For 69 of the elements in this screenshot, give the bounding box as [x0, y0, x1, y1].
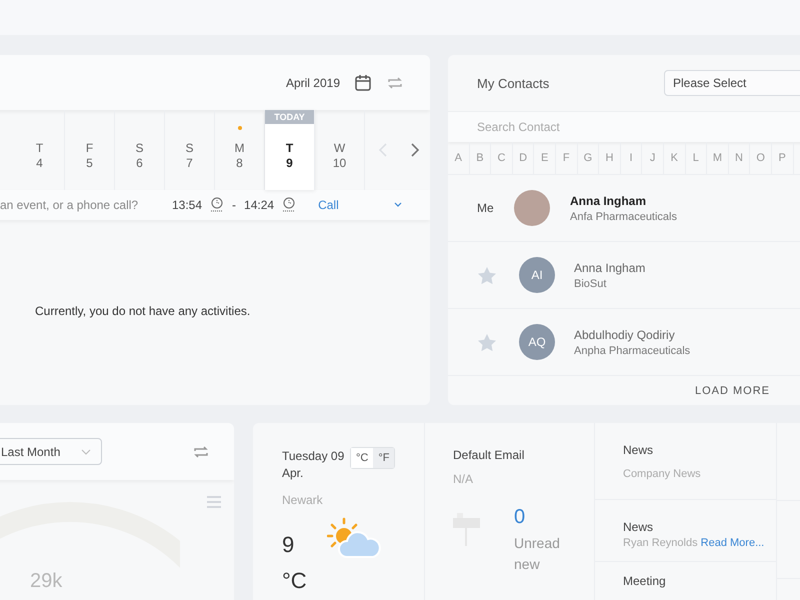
- news-title: Meeting: [623, 574, 667, 588]
- unread-count: 0: [514, 506, 526, 529]
- letter-filter[interactable]: F: [556, 142, 578, 174]
- contact-name: Abdulhodiy Qodiriy: [574, 328, 676, 342]
- start-time[interactable]: 13:54: [172, 198, 202, 212]
- load-more-button[interactable]: LOAD MORE: [695, 382, 770, 398]
- letter-filter[interactable]: E: [534, 142, 556, 174]
- event-input[interactable]: an event, or a phone call?: [0, 198, 150, 212]
- contact-company: Anpha Pharmaceuticals: [574, 344, 690, 356]
- menu-icon[interactable]: [207, 496, 221, 508]
- contact-company: Anfa Pharmaceuticals: [570, 210, 677, 222]
- chevron-down-icon: [394, 202, 402, 208]
- email-title: Default Email: [453, 448, 526, 462]
- photo-placeholder: [514, 190, 550, 226]
- sun-cloud-icon: [327, 517, 381, 559]
- unread-label: Unread new: [514, 534, 561, 574]
- news-title: News: [623, 520, 654, 534]
- city-label: Newark: [282, 493, 324, 507]
- weather-date: Tuesday 09 Apr.: [282, 448, 346, 482]
- letter-filter[interactable]: B: [470, 142, 492, 174]
- avatar-initials: AI: [519, 257, 555, 293]
- time-separator: -: [232, 198, 236, 212]
- me-label: Me: [477, 201, 495, 215]
- calendar-day[interactable]: TODAY T 9: [265, 110, 315, 190]
- letter-filter[interactable]: H: [599, 142, 621, 174]
- letter-filter[interactable]: M: [707, 142, 729, 174]
- period-dropdown[interactable]: Last Month: [0, 438, 102, 465]
- news-text: Company News: [623, 467, 702, 482]
- letter-filter[interactable]: N: [728, 142, 750, 174]
- letter-filter[interactable]: J: [642, 142, 664, 174]
- today-label: TODAY: [265, 110, 314, 124]
- avatar-initials: AQ: [519, 324, 555, 360]
- letter-filter[interactable]: L: [686, 142, 708, 174]
- contact-row[interactable]: Me Anna Ingham Anfa Pharmaceuticals: [448, 175, 800, 242]
- unit-toggle[interactable]: °F: [373, 448, 394, 468]
- event-type-dropdown[interactable]: Call: [318, 198, 402, 212]
- month-label: April 2019: [286, 76, 340, 90]
- letter-filter[interactable]: C: [491, 142, 513, 174]
- empty-message: Currently, you do not have any activities.: [35, 304, 252, 318]
- calendar-icon[interactable]: [354, 74, 372, 92]
- letter-filter[interactable]: P: [772, 142, 794, 174]
- unit-toggle[interactable]: °C: [351, 448, 374, 468]
- contact-row[interactable]: AQ Abdulhodiy Qodiriy Anpha Pharmaceuticals: [448, 309, 800, 376]
- chevron-right-icon[interactable]: [409, 142, 421, 158]
- contact-row[interactable]: AI Anna Ingham BioSut: [448, 242, 800, 309]
- letter-filter[interactable]: K: [664, 142, 686, 174]
- letter-filter[interactable]: O: [750, 142, 772, 174]
- chevron-down-icon: [81, 448, 91, 454]
- contact-company: BioSut: [574, 278, 608, 290]
- read-more-link[interactable]: Read More...: [700, 537, 764, 549]
- clock-icon[interactable]: [210, 197, 224, 213]
- contact-name: Anna Ingham: [570, 194, 648, 208]
- end-time[interactable]: 14:24: [244, 198, 274, 212]
- email-address: N/A: [453, 472, 474, 486]
- contact-name: Anna Ingham: [574, 260, 646, 274]
- star-icon[interactable]: [477, 266, 497, 284]
- letter-filter[interactable]: G: [578, 142, 600, 174]
- news-title: News: [623, 443, 654, 457]
- letter-filter[interactable]: D: [512, 142, 534, 174]
- clock-icon[interactable]: [282, 197, 296, 213]
- contacts-title: My Contacts: [477, 76, 550, 90]
- stat-value: 29k: [30, 570, 62, 593]
- temperature: 9 °C: [282, 531, 308, 595]
- star-icon[interactable]: [477, 332, 497, 352]
- letter-filter[interactable]: I: [620, 142, 642, 174]
- letter-filter[interactable]: A: [448, 142, 470, 174]
- contact-filter-dropdown[interactable]: Please Select: [664, 70, 800, 96]
- news-text: Ryan Reynolds Read More...: [623, 536, 766, 551]
- search-field[interactable]: Search Contact: [448, 111, 800, 142]
